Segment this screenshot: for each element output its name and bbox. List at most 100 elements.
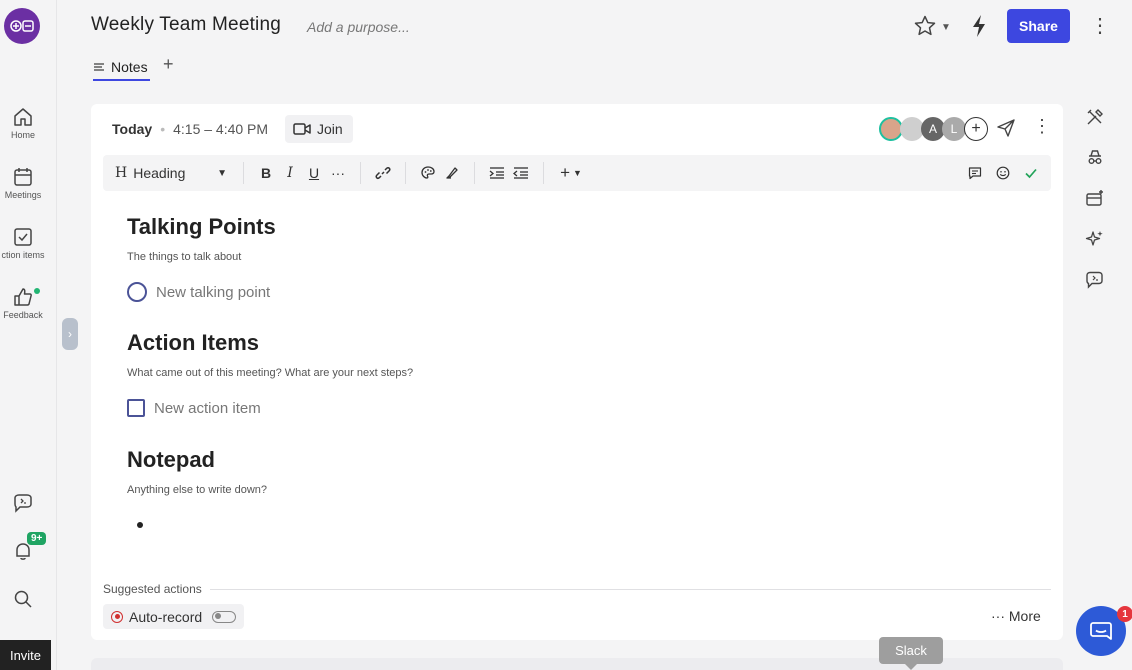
invite-button[interactable]: Invite	[0, 640, 51, 670]
tools-icon	[1087, 109, 1103, 125]
sidebar-item-search[interactable]	[0, 588, 46, 612]
notifications-badge: 9+	[27, 532, 47, 545]
join-button[interactable]: Join	[285, 115, 353, 143]
action-item-checkbox[interactable]	[127, 399, 145, 417]
highlight-button[interactable]	[440, 155, 464, 191]
talking-point-placeholder: New talking point	[156, 283, 271, 301]
avatar-initial: A	[928, 122, 937, 136]
rail-incognito-button[interactable]	[1085, 147, 1105, 167]
paper-plane-icon	[997, 119, 1015, 137]
notepad-bullet[interactable]	[137, 522, 143, 528]
section-title-notepad[interactable]: Notepad	[127, 447, 215, 473]
saved-status	[1019, 155, 1043, 191]
star-icon	[914, 15, 936, 36]
expand-sidebar-handle[interactable]: ›	[62, 318, 78, 350]
indent-button[interactable]	[485, 155, 509, 191]
tab-label: Notes	[111, 59, 148, 75]
chat-bubble-icon	[1090, 622, 1112, 640]
sidebar-item-label: Home	[10, 130, 35, 140]
insert-button[interactable]: + ▼	[554, 155, 588, 191]
avatar[interactable]: L	[942, 117, 966, 141]
page-title[interactable]: Weekly Team Meeting	[91, 14, 281, 36]
checkmark-icon	[1025, 168, 1037, 179]
add-attendee-button[interactable]: +	[964, 117, 988, 141]
outdent-button[interactable]	[509, 155, 533, 191]
suggested-actions-label: Suggested actions	[103, 582, 202, 596]
bold-icon: B	[260, 165, 272, 181]
slack-tooltip: Slack	[879, 637, 943, 670]
sidebar-item-notifications[interactable]: 9+	[0, 532, 47, 564]
auto-record-label: Auto-record	[129, 608, 203, 625]
automations-button[interactable]	[970, 14, 990, 40]
avatar-initial: L	[950, 122, 958, 136]
home-icon	[14, 108, 32, 126]
thumbs-up-icon	[14, 288, 32, 306]
meeting-time: 4:15 – 4:40 PM	[173, 121, 269, 137]
underline-button[interactable]: U	[302, 155, 326, 191]
meeting-day: Today	[112, 121, 153, 137]
purpose-input[interactable]: Add a purpose...	[307, 19, 410, 35]
text-color-button[interactable]	[416, 155, 440, 191]
share-button[interactable]: Share	[1007, 9, 1070, 43]
card-more-button[interactable]: ⋮	[1033, 116, 1051, 137]
bold-button[interactable]: B	[254, 155, 278, 191]
sidebar-item-chat[interactable]	[0, 492, 46, 516]
italic-button[interactable]: I	[278, 155, 302, 191]
notes-lines-icon	[94, 63, 104, 71]
rail-ai-button[interactable]	[1085, 229, 1105, 249]
attendee-list[interactable]: A L +	[879, 117, 988, 141]
smiley-icon	[996, 166, 1010, 180]
section-subtitle: What came out of this meeting? What are …	[127, 367, 414, 379]
sidebar-item-action-items[interactable]: ction items	[0, 226, 46, 260]
emoji-button[interactable]	[991, 155, 1015, 191]
section-title-talking-points[interactable]: Talking Points	[127, 214, 276, 240]
more-label: More	[1008, 608, 1041, 624]
rail-add-card-button[interactable]	[1085, 188, 1105, 208]
palette-icon	[421, 166, 435, 179]
block-style-select[interactable]: H Heading ▼	[103, 155, 233, 191]
rail-tools-button[interactable]	[1085, 107, 1105, 127]
more-actions-button[interactable]: ··· More	[991, 608, 1041, 624]
new-talking-point-input[interactable]: New talking point	[127, 282, 270, 302]
add-card-icon	[1086, 190, 1103, 206]
join-label: Join	[317, 121, 343, 137]
auto-record-toggle[interactable]: Auto-record	[103, 604, 245, 629]
toolbar-divider	[474, 162, 475, 184]
talking-point-radio[interactable]	[127, 282, 147, 302]
rail-chat-button[interactable]	[1085, 270, 1105, 290]
workspace-logo[interactable]	[4, 8, 40, 44]
plus-icon: +	[971, 120, 981, 137]
sidebar-item-feedback[interactable]: Feedback	[0, 286, 46, 320]
calendar-icon	[14, 168, 32, 186]
editor-toolbar: H Heading ▼ B I U ··· + ▼	[103, 155, 1051, 191]
toggle-switch[interactable]	[212, 610, 237, 623]
sidebar-item-label: ction items	[1, 250, 45, 260]
tab-notes[interactable]: Notes	[93, 55, 150, 81]
underline-icon: U	[308, 165, 320, 181]
sidebar-item-meetings[interactable]: Meetings	[0, 166, 46, 200]
add-tab-button[interactable]: +	[163, 54, 174, 75]
toolbar-divider	[360, 162, 361, 184]
more-horizontal-icon: ···	[991, 608, 1005, 624]
favorite-button[interactable]: ▼	[913, 14, 953, 40]
search-icon	[14, 590, 32, 608]
chevron-down-icon: ▼	[217, 167, 227, 179]
new-action-item-input[interactable]: New action item	[127, 399, 261, 417]
more-format-button[interactable]: ···	[326, 155, 350, 191]
sparkles-icon	[1085, 231, 1103, 246]
outdent-icon	[513, 167, 528, 179]
toolbar-right-group	[963, 155, 1051, 191]
suggested-actions-header: Suggested actions	[103, 582, 1051, 596]
sidebar-item-home[interactable]: Home	[0, 106, 46, 140]
chat-unread-badge: 1	[1117, 606, 1132, 622]
section-title-action-items[interactable]: Action Items	[127, 330, 259, 356]
link-button[interactable]	[371, 155, 395, 191]
chat-ai-icon	[14, 494, 32, 513]
comment-button[interactable]	[963, 155, 987, 191]
chevron-down-icon: ▼	[573, 168, 582, 178]
send-notes-button[interactable]	[996, 118, 1016, 143]
video-camera-icon	[293, 123, 311, 135]
header-more-button[interactable]: ⋮	[1090, 14, 1110, 40]
action-item-placeholder: New action item	[154, 399, 261, 417]
comment-icon	[968, 167, 982, 180]
